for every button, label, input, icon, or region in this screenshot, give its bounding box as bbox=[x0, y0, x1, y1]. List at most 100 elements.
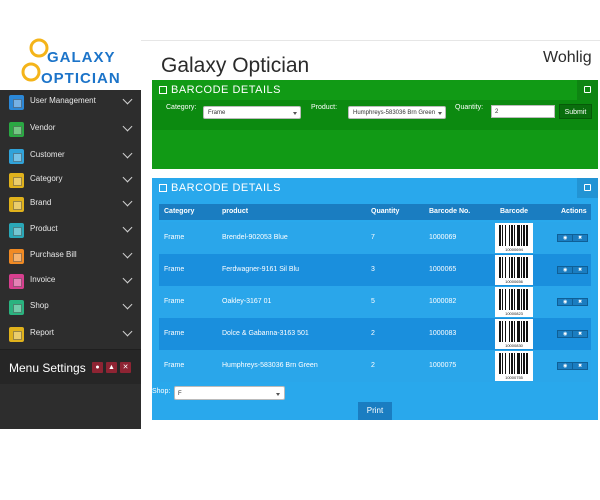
delete-icon: ✖ bbox=[578, 235, 583, 241]
barcode-bar bbox=[502, 353, 503, 374]
caret-down-icon bbox=[438, 112, 442, 115]
barcode-image: 10000830 bbox=[495, 319, 533, 349]
sidebar-item-vendor[interactable]: Vendor bbox=[0, 117, 141, 142]
barcode-bar bbox=[523, 289, 525, 310]
logout-icon[interactable]: ✕ bbox=[120, 362, 131, 373]
user-name[interactable]: Wohlig bbox=[543, 49, 592, 67]
barcode-image: 10000656 bbox=[495, 255, 533, 285]
sidebar-item-invoice[interactable]: Invoice bbox=[0, 269, 141, 294]
invoice-icon bbox=[9, 274, 24, 289]
barcode-bar bbox=[511, 289, 513, 310]
view-button[interactable]: ◉ bbox=[557, 234, 573, 242]
product-select[interactable]: Humphreys-583036 Brn Green bbox=[348, 106, 446, 119]
barcode-bar bbox=[526, 257, 528, 278]
column-header: Barcode bbox=[500, 208, 529, 215]
barcode-bar bbox=[505, 257, 506, 278]
category-label: Category: bbox=[166, 104, 197, 111]
cell-quantity: 2 bbox=[371, 330, 375, 337]
chevron-down-icon bbox=[122, 172, 133, 183]
chevron-down-icon bbox=[122, 222, 133, 233]
sidebar-item-shop[interactable]: Shop bbox=[0, 295, 141, 320]
barcode-bar bbox=[514, 353, 515, 374]
view-button[interactable]: ◉ bbox=[557, 266, 573, 274]
barcode-bar bbox=[514, 225, 515, 246]
cell-barcode-no: 1000082 bbox=[429, 298, 457, 305]
sidebar-item-purchase-bill[interactable]: Purchase Bill bbox=[0, 244, 141, 269]
quantity-label: Quantity: bbox=[455, 104, 484, 111]
users-icon bbox=[9, 95, 24, 110]
sidebar-item-user-management[interactable]: User Management bbox=[0, 90, 141, 115]
delete-button[interactable]: ✖ bbox=[572, 330, 588, 338]
sidebar-item-product[interactable]: Product bbox=[0, 218, 141, 243]
table-row: Frame Humphreys-583036 Brn Green 2 1000075 1… bbox=[159, 350, 591, 382]
chevron-down-icon bbox=[122, 273, 133, 284]
barcode-icon bbox=[159, 86, 167, 94]
barcode-bar bbox=[499, 321, 501, 342]
barcode-bar bbox=[505, 289, 506, 310]
column-header: product bbox=[222, 208, 249, 215]
header-divider bbox=[141, 40, 600, 41]
delete-button[interactable]: ✖ bbox=[572, 298, 588, 306]
cell-category: Frame bbox=[164, 298, 185, 305]
delete-icon: ✖ bbox=[578, 331, 583, 337]
cell-product: Brendel-902053 Blue bbox=[222, 234, 288, 241]
panel-collapse-button[interactable] bbox=[577, 178, 598, 198]
cell-quantity: 2 bbox=[371, 362, 375, 369]
print-button[interactable]: Print bbox=[358, 402, 392, 420]
page-title: Galaxy Optician bbox=[161, 54, 310, 77]
barcode-caption: 10000694 bbox=[505, 247, 523, 252]
submit-button[interactable]: Submit bbox=[559, 104, 592, 119]
sidebar-menu: User Management Vendor Customer Category bbox=[0, 90, 141, 346]
delete-button[interactable]: ✖ bbox=[572, 362, 588, 370]
panel-header: BARCODE DETAILS bbox=[152, 80, 598, 100]
barcode-bar bbox=[517, 289, 520, 310]
barcode-bar bbox=[509, 353, 510, 374]
sidebar-item-label: Report bbox=[30, 328, 55, 337]
sidebar-item-label: User Management bbox=[30, 96, 96, 105]
sidebar-item-category[interactable]: Category bbox=[0, 168, 141, 193]
quantity-input[interactable]: 2 bbox=[491, 105, 555, 118]
barcode-bar bbox=[526, 321, 528, 342]
view-icon: ◉ bbox=[563, 235, 568, 241]
barcode-bar bbox=[499, 257, 501, 278]
barcode-bar bbox=[509, 225, 510, 246]
user-settings-icon[interactable]: ● bbox=[92, 362, 103, 373]
page: GALAXY OPTICIAN Galaxy Optician Wohlig U… bbox=[0, 0, 600, 500]
cell-barcode-no: 1000075 bbox=[429, 362, 457, 369]
sidebar-item-label: Category bbox=[30, 174, 63, 183]
sidebar-item-label: Purchase Bill bbox=[30, 250, 77, 259]
pin-icon[interactable]: ▲ bbox=[106, 362, 117, 373]
cell-product: Dolce & Gabanna-3163 501 bbox=[222, 330, 309, 337]
barcode-bars bbox=[499, 353, 528, 374]
table-row: Frame Ferdwagner-9161 Sil Blu 3 1000065 1000… bbox=[159, 254, 591, 286]
barcode-bar bbox=[526, 353, 528, 374]
barcode-bar bbox=[521, 353, 522, 374]
view-button[interactable]: ◉ bbox=[557, 362, 573, 370]
column-header: Quantity bbox=[371, 208, 400, 215]
delete-button[interactable]: ✖ bbox=[572, 234, 588, 242]
view-button[interactable]: ◉ bbox=[557, 330, 573, 338]
view-button[interactable]: ◉ bbox=[557, 298, 573, 306]
sidebar-item-customer[interactable]: Customer bbox=[0, 144, 141, 169]
sidebar-item-label: Brand bbox=[30, 198, 52, 207]
barcode-bar bbox=[523, 353, 525, 374]
logo[interactable]: GALAXY OPTICIAN bbox=[0, 38, 141, 90]
barcode-bar bbox=[505, 225, 506, 246]
panel-collapse-button[interactable] bbox=[577, 80, 598, 100]
delete-icon: ✖ bbox=[578, 363, 583, 369]
image-icon bbox=[159, 184, 167, 192]
shop-select-value: F bbox=[178, 391, 182, 397]
cell-product: Humphreys-583036 Brn Green bbox=[222, 362, 318, 369]
sidebar-item-report[interactable]: Report bbox=[0, 322, 141, 347]
chevron-down-icon bbox=[122, 148, 133, 159]
sidebar-item-brand[interactable]: Brand bbox=[0, 192, 141, 217]
shop-select[interactable]: F bbox=[174, 386, 285, 400]
category-select[interactable]: Frame bbox=[203, 106, 301, 119]
caret-down-icon bbox=[293, 112, 297, 115]
delete-button[interactable]: ✖ bbox=[572, 266, 588, 274]
table-row: Frame Oakley-3167 01 5 1000082 10000823 ◉ ✖ bbox=[159, 286, 591, 318]
refresh-icon bbox=[584, 184, 591, 191]
barcode-bar bbox=[514, 321, 515, 342]
barcode-bars bbox=[499, 289, 528, 310]
shop-label: Shop: bbox=[152, 388, 171, 395]
